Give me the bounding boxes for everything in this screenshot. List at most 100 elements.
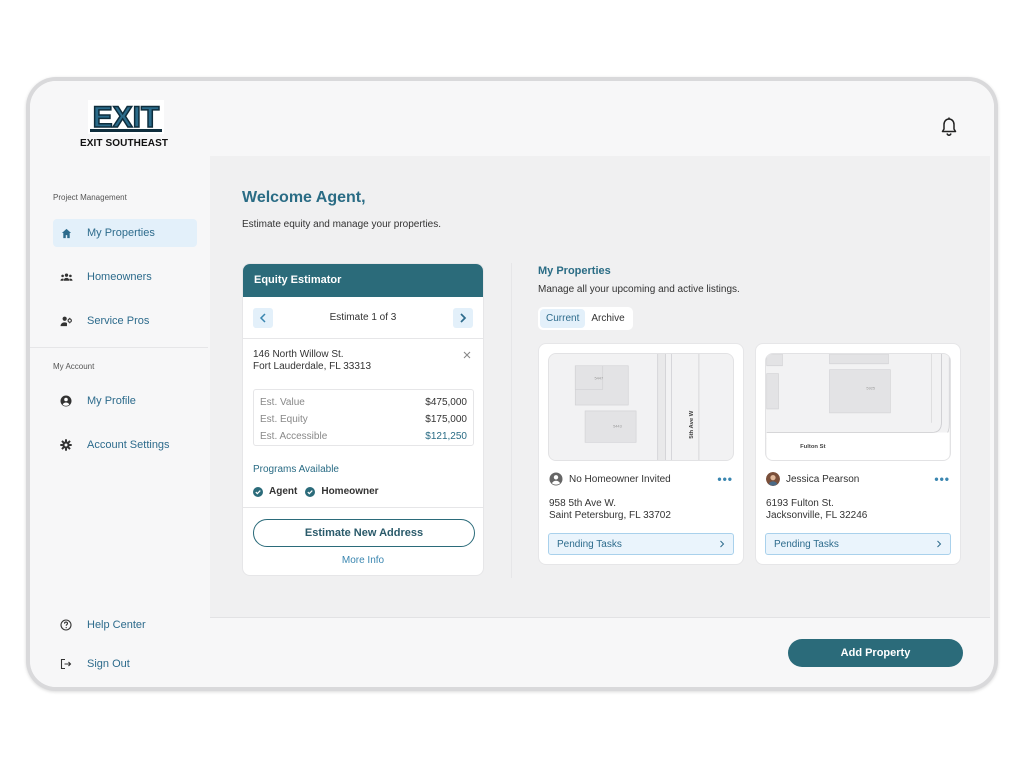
top-bar: EXIT EXIT SOUTHEAST [30, 81, 994, 156]
home-icon [59, 226, 73, 240]
user-circle-icon [59, 394, 73, 408]
pending-tasks-button[interactable]: Pending Tasks [765, 533, 951, 555]
my-properties-title: My Properties [538, 265, 611, 277]
value-row: Est. Equity $175,000 [260, 411, 467, 428]
sidebar-item-label: Homeowners [87, 271, 152, 283]
sidebar-item-my-properties[interactable]: My Properties [53, 219, 197, 247]
user-placeholder-icon [549, 472, 563, 486]
tab-current[interactable]: Current [540, 309, 586, 328]
sidebar-item-homeowners[interactable]: Homeowners [53, 263, 197, 291]
section-label-my-account: My Account [53, 362, 95, 371]
sidebar-item-account-settings[interactable]: Account Settings [53, 431, 197, 459]
estimate-new-address-button[interactable]: Estimate New Address [253, 519, 475, 547]
value-label: Est. Equity [260, 414, 308, 425]
value-label: Est. Value [260, 397, 305, 408]
more-info-link[interactable]: More Info [243, 555, 483, 566]
sidebar-item-label: My Profile [87, 395, 136, 407]
more-options-icon[interactable]: ••• [934, 472, 950, 486]
address-line-1: 958 5th Ave W. [549, 498, 617, 509]
close-icon[interactable] [461, 349, 473, 361]
sidebar-item-help-center[interactable]: Help Center [53, 611, 197, 639]
value-amount: $175,000 [425, 414, 467, 425]
property-map: 5925 Fulton St [765, 353, 951, 461]
chevron-right-icon [460, 313, 467, 323]
next-estimate-button[interactable] [453, 308, 473, 328]
programs-title: Programs Available [253, 464, 339, 475]
estimate-values-table: Est. Value $475,000 Est. Equity $175,000… [253, 389, 474, 446]
pending-tasks-label: Pending Tasks [557, 538, 622, 550]
exit-logo-mark: EXIT [88, 100, 164, 134]
sidebar-item-label: My Properties [87, 227, 155, 239]
map-house-number: 5925 [866, 385, 876, 390]
map-street-label: 5th Ave W [689, 410, 695, 438]
sidebar-item-label: Help Center [87, 619, 146, 631]
property-address: 958 5th Ave W. Saint Petersburg, FL 3370… [549, 498, 671, 522]
pending-tasks-button[interactable]: Pending Tasks [548, 533, 734, 555]
programs-list: Agent Homeowner [253, 486, 387, 497]
sidebar-divider [30, 347, 208, 348]
more-options-icon[interactable]: ••• [717, 472, 733, 486]
sidebar-item-service-pros[interactable]: Service Pros [53, 307, 197, 335]
sign-out-icon [59, 657, 73, 671]
column-divider [511, 263, 512, 578]
chevron-right-icon [720, 540, 725, 548]
app-screen: EXIT EXIT SOUTHEAST Project Management M… [30, 81, 994, 687]
homeowner-name: Jessica Pearson [786, 473, 860, 485]
property-address: 6193 Fulton St. Jacksonville, FL 32246 [766, 498, 867, 522]
group-icon [59, 270, 73, 284]
sidebar-item-sign-out[interactable]: Sign Out [53, 650, 197, 678]
sidebar-item-label: Account Settings [87, 439, 170, 451]
page-title: Welcome Agent, [242, 189, 366, 206]
estimate-counter: Estimate 1 of 3 [329, 312, 397, 323]
property-card[interactable]: 5925 Fulton St Jessica Pearson ••• 6193 … [755, 343, 961, 565]
program-homeowner: Homeowner [321, 486, 379, 497]
check-circle-icon [253, 486, 263, 497]
sidebar: Project Management My Properties Homeown… [30, 156, 210, 687]
map-house-number: 5447 [594, 376, 603, 381]
avatar [766, 472, 780, 486]
value-amount: $121,250 [425, 431, 467, 442]
section-label-project-management: Project Management [53, 193, 127, 202]
map-street-label: Fulton St [800, 444, 825, 450]
help-icon [59, 618, 73, 632]
add-property-button[interactable]: Add Property [788, 639, 963, 667]
address-line-2: Saint Petersburg, FL 33702 [549, 510, 671, 521]
estimate-address: 146 North Willow St. Fort Lauderdale, FL… [253, 349, 371, 373]
logo-text: EXIT SOUTHEAST [80, 138, 169, 149]
program-agent: Agent [269, 486, 298, 497]
homeowner-status: No Homeowner Invited [549, 472, 671, 486]
tab-archive[interactable]: Archive [585, 309, 630, 328]
my-properties-subtitle: Manage all your upcoming and active list… [538, 284, 740, 295]
value-label: Est. Accessible [260, 431, 328, 442]
pending-tasks-label: Pending Tasks [774, 538, 839, 550]
homeowner-name: No Homeowner Invited [569, 473, 671, 485]
sidebar-item-label: Service Pros [87, 315, 150, 327]
address-line-2: Jacksonville, FL 32246 [766, 510, 868, 521]
estimator-title: Equity Estimator [243, 264, 483, 297]
page-subtitle: Estimate equity and manage your properti… [242, 219, 441, 230]
address-line-2: Fort Lauderdale, FL 33313 [253, 361, 372, 372]
estimator-pager: Estimate 1 of 3 [243, 297, 483, 339]
address-line-1: 146 North Willow St. [253, 349, 344, 360]
exit-logo[interactable]: EXIT EXIT SOUTHEAST [80, 100, 170, 152]
bell-icon[interactable] [940, 117, 958, 137]
map-house-number: 5443 [613, 424, 622, 429]
tablet-frame: EXIT EXIT SOUTHEAST Project Management M… [26, 77, 998, 691]
gear-icon [59, 438, 73, 452]
value-row: Est. Accessible $121,250 [260, 428, 467, 445]
equity-estimator-card: Equity Estimator Estimate 1 of 3 146 Nor… [242, 263, 484, 576]
value-amount: $475,000 [425, 397, 467, 408]
property-map: 5447 5443 5th Ave W [548, 353, 734, 461]
estimator-divider [243, 507, 483, 508]
property-tabs: Current Archive [538, 307, 633, 330]
property-card[interactable]: 5447 5443 5th Ave W No Homeowner Invited… [538, 343, 744, 565]
address-line-1: 6193 Fulton St. [766, 498, 834, 509]
sidebar-item-label: Sign Out [87, 658, 130, 670]
footer-divider [210, 617, 990, 618]
sidebar-item-my-profile[interactable]: My Profile [53, 387, 197, 415]
person-gear-icon [59, 314, 73, 328]
homeowner-status: Jessica Pearson [766, 472, 859, 486]
value-row: Est. Value $475,000 [260, 394, 467, 411]
chevron-right-icon [937, 540, 942, 548]
main-content: Welcome Agent, Estimate equity and manag… [210, 156, 990, 617]
